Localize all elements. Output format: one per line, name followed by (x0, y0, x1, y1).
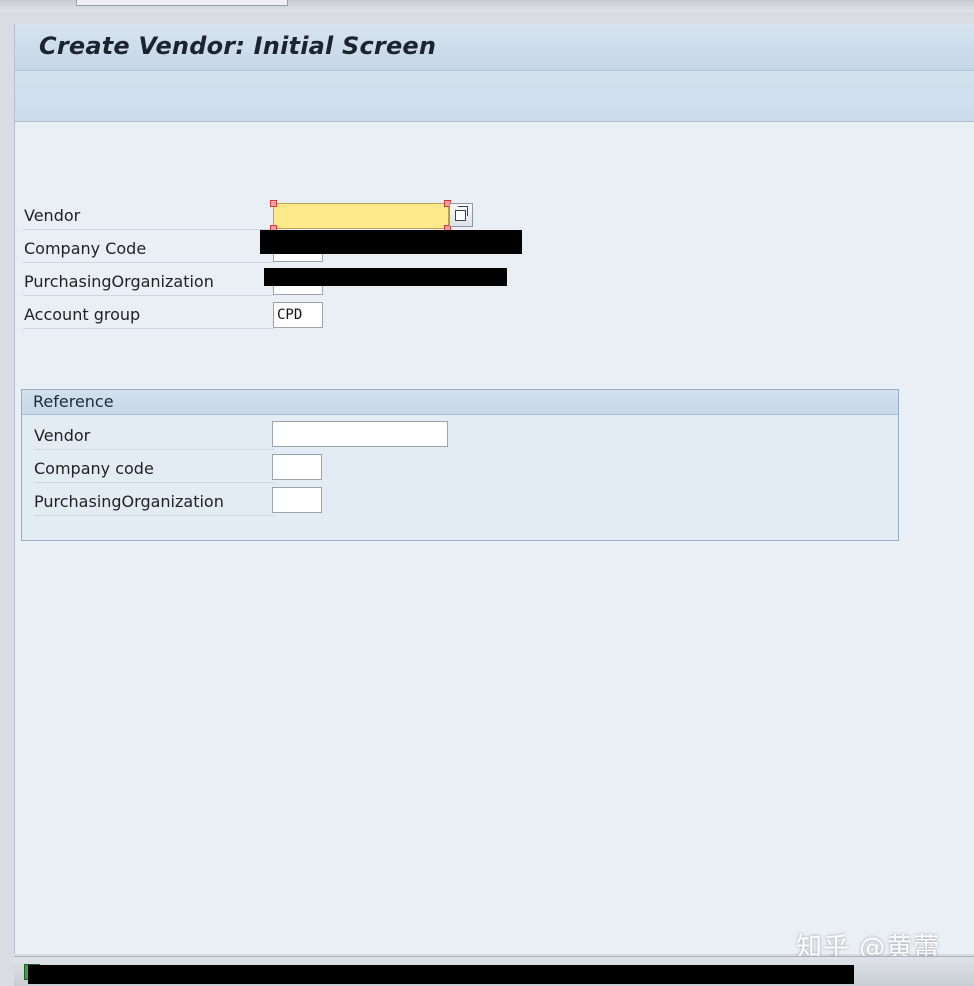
ref-company-code-label: Company code (34, 452, 274, 483)
ref-vendor-input[interactable] (272, 421, 448, 447)
status-bar (14, 956, 974, 986)
company-code-label: Company Code (23, 232, 274, 263)
main-content: Vendor Company Code PurchasingOrganizati… (15, 122, 974, 954)
reference-group-title: Reference (33, 392, 114, 411)
value-help-icon (455, 206, 468, 221)
application-toolbar (15, 71, 974, 122)
reference-group: Reference Vendor Company code Purchasing… (21, 389, 899, 541)
ref-purchasing-org-label: PurchasingOrganization (34, 485, 274, 516)
page-title: Create Vendor: Initial Screen (39, 32, 437, 60)
redaction-bar (28, 965, 854, 984)
ref-purchasing-org-input[interactable] (272, 487, 322, 513)
ref-company-code-input[interactable] (272, 454, 322, 480)
top-toolbar-strip (0, 0, 974, 12)
value-help-button[interactable] (449, 203, 473, 227)
account-group-label: Account group (23, 298, 274, 329)
vendor-input[interactable] (273, 203, 449, 229)
redaction-bar (260, 230, 522, 254)
redaction-bar (264, 268, 507, 286)
selection-handle (270, 200, 277, 207)
sap-window: Create Vendor: Initial Screen Vendor Com… (14, 24, 974, 954)
reference-group-header: Reference (22, 390, 898, 415)
command-field[interactable] (76, 0, 288, 6)
ref-vendor-label: Vendor (34, 419, 274, 450)
account-group-input[interactable]: CPD (273, 302, 323, 328)
title-bar: Create Vendor: Initial Screen (15, 24, 974, 71)
vendor-label: Vendor (23, 199, 274, 230)
purchasing-org-label: PurchasingOrganization (23, 265, 274, 296)
